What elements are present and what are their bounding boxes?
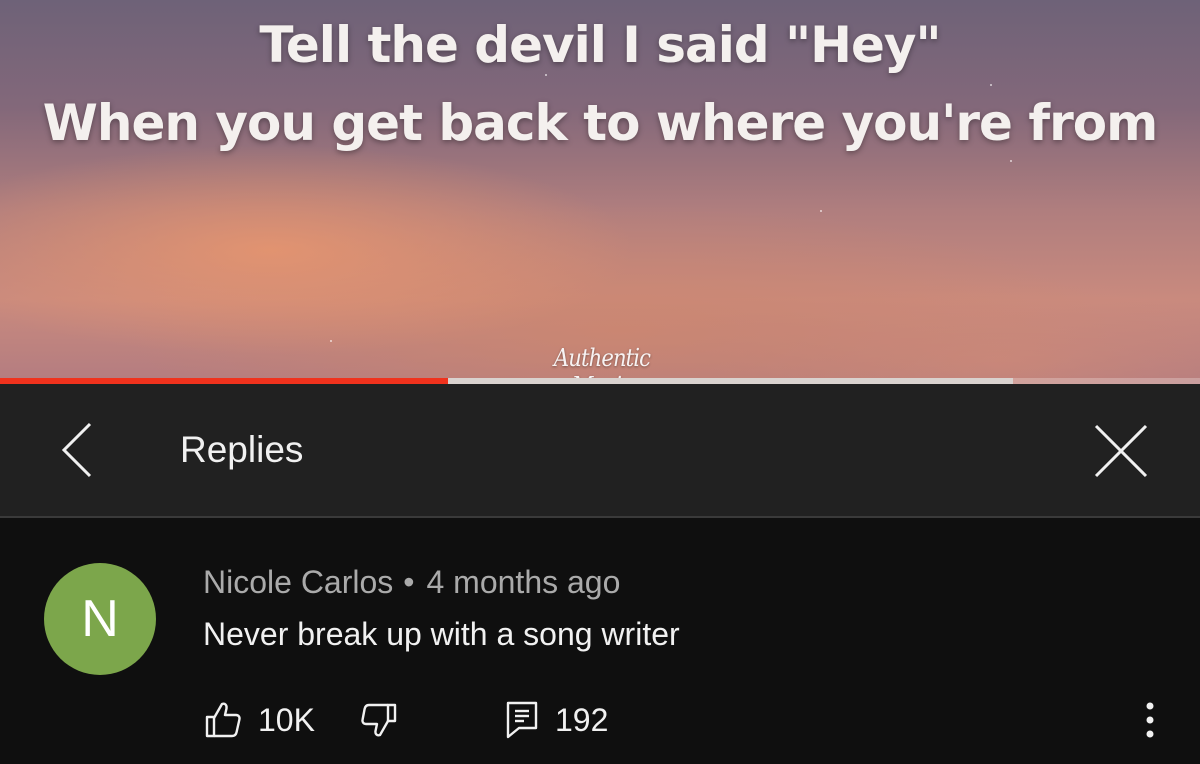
sky-star [990, 84, 992, 86]
thumbs-up-icon [205, 702, 241, 738]
reply-count: 192 [555, 701, 609, 738]
sky-star [545, 74, 547, 76]
header-title: Replies [180, 429, 304, 470]
sky-star [820, 210, 822, 212]
close-button[interactable] [1090, 420, 1152, 482]
back-button[interactable] [52, 420, 108, 480]
like-button[interactable]: 10K [204, 698, 315, 742]
meta-separator: • [403, 564, 415, 600]
sky-star [1010, 160, 1012, 162]
lyric-line-1: Tell the devil I said "Hey" [259, 16, 941, 74]
replies-button[interactable]: 192 [505, 698, 608, 742]
chevron-left-icon [61, 422, 92, 478]
comment-icon [506, 701, 538, 739]
close-icon [1094, 424, 1148, 478]
comment-text: Never break up with a song writer [203, 616, 680, 652]
more-options-button[interactable] [1130, 696, 1170, 744]
more-vert-icon [1146, 702, 1154, 738]
comment-time: 4 months ago [426, 564, 621, 600]
replies-header: Replies [0, 384, 1200, 518]
thumbs-down-icon [361, 703, 397, 737]
like-count: 10K [258, 701, 315, 738]
comment: N Nicole Carlos • 4 months ago Never break… [0, 518, 1200, 764]
avatar[interactable]: N [44, 563, 156, 675]
comment-author[interactable]: Nicole Carlos [203, 564, 393, 600]
sky-star [330, 340, 332, 342]
video-player[interactable]: Tell the devil I said "Hey" When you get… [0, 0, 1200, 384]
comment-meta: Nicole Carlos • 4 months ago [203, 564, 620, 601]
lyric-line-2: When you get back to where you're from [42, 94, 1158, 152]
dislike-button[interactable] [360, 698, 398, 742]
